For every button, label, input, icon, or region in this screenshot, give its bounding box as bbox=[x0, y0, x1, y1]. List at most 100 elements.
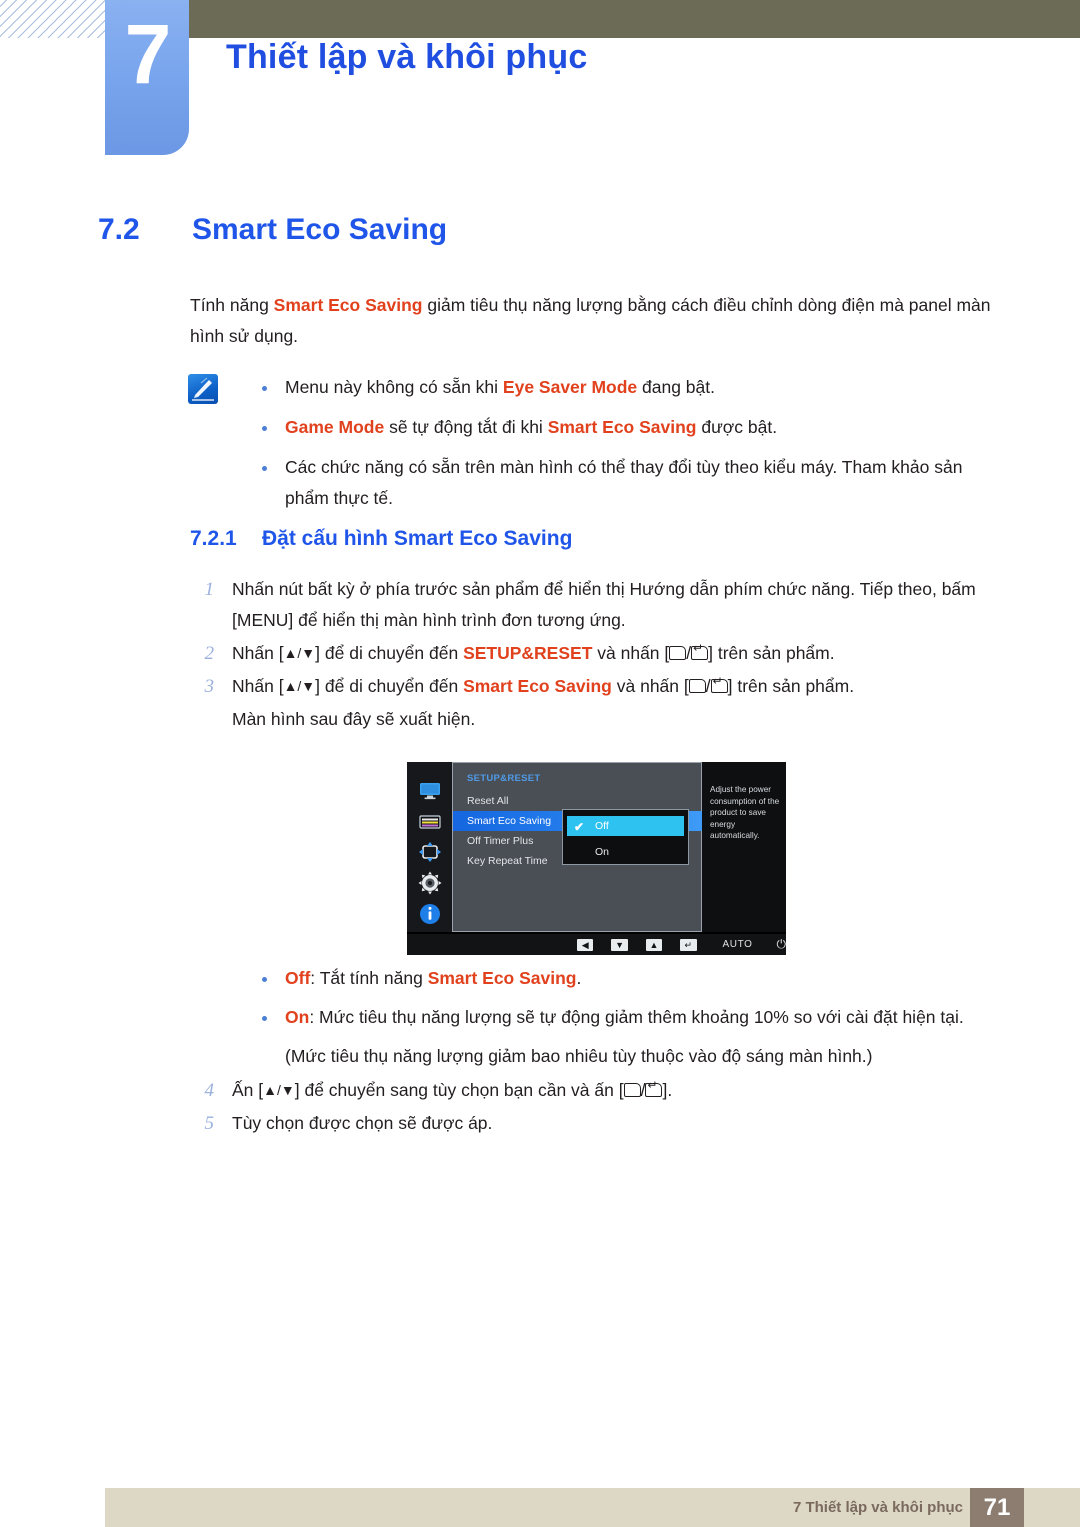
step-text-d: ] trên sản phẩm. bbox=[727, 676, 855, 696]
osd-auto-label[interactable]: AUTO bbox=[723, 939, 753, 950]
section-heading: 7.2 Smart Eco Saving bbox=[98, 213, 447, 247]
step-text: Nhấn nút bất kỳ ở phía trước sản phẩm để… bbox=[232, 579, 976, 630]
step-text-a: Ấn [ bbox=[232, 1080, 264, 1100]
osd-menu-title: SETUP&RESET bbox=[467, 773, 541, 784]
step-number: 4 bbox=[204, 1080, 215, 1101]
note-bold-2: Smart Eco Saving bbox=[547, 417, 697, 437]
note-bold-1: Eye Saver Mode bbox=[502, 377, 638, 397]
step-item: 2 Nhấn [▲/▼] để di chuyển đến SETUP&RESE… bbox=[190, 638, 1005, 669]
step-item: 1 Nhấn nút bất kỳ ở phía trước sản phẩm … bbox=[190, 574, 1005, 636]
enter-key-icon bbox=[645, 1079, 663, 1097]
osd-description-text: Adjust the power consumption of the prod… bbox=[710, 785, 780, 840]
osd-option-off-label: Off bbox=[595, 820, 609, 832]
page-footer: 7 Thiết lập và khôi phục 71 bbox=[105, 1488, 1080, 1527]
step-text-b: ] để chuyển sang tùy chọn bạn cần và ấn … bbox=[294, 1080, 624, 1100]
osd-sidebar bbox=[407, 762, 452, 932]
option-text-2: . bbox=[576, 968, 582, 988]
option-item-on: On: Mức tiêu thụ năng lượng sẽ tự động g… bbox=[247, 1002, 1007, 1033]
intro-paragraph: Tính năng Smart Eco Saving giảm tiêu thụ… bbox=[190, 290, 1000, 352]
step-item: 5 Tùy chọn được chọn sẽ được áp. bbox=[190, 1108, 1005, 1139]
note-item: Các chức năng có sẵn trên màn hình có th… bbox=[247, 452, 1007, 514]
step-text-c: và nhấn [ bbox=[611, 676, 689, 696]
step-bold: Smart Eco Saving bbox=[463, 676, 612, 696]
option-bold-feature: Smart Eco Saving bbox=[427, 968, 577, 988]
header-hatch-pattern bbox=[0, 0, 108, 38]
osd-screenshot: SETUP&RESET Reset All Smart Eco Saving O… bbox=[407, 762, 786, 955]
osd-menu-item-reset-all[interactable]: Reset All bbox=[453, 791, 703, 811]
option-text-1: : Tắt tính năng bbox=[310, 968, 428, 988]
chapter-number: 7 bbox=[124, 7, 172, 101]
section-title: Smart Eco Saving bbox=[192, 213, 448, 246]
back-key-icon bbox=[669, 646, 687, 660]
option-text-1: : Mức tiêu thụ năng lượng sẽ tự động giả… bbox=[309, 1007, 964, 1027]
step-text: Tùy chọn được chọn sẽ được áp. bbox=[232, 1113, 493, 1133]
osd-description-panel: Adjust the power consumption of the prod… bbox=[702, 762, 786, 932]
step-text-a: Nhấn [ bbox=[232, 643, 284, 663]
slash-separator: / bbox=[705, 676, 711, 696]
subsection-title: Đặt cấu hình Smart Eco Saving bbox=[262, 527, 573, 550]
osd-left-button[interactable]: ◀ bbox=[577, 938, 594, 951]
page-header: 7 Thiết lập và khôi phục bbox=[0, 0, 1080, 170]
note-pen-icon bbox=[188, 374, 218, 404]
osd-up-button[interactable]: ▲ bbox=[645, 938, 663, 951]
steps-list: 1 Nhấn nút bất kỳ ở phía trước sản phẩm … bbox=[190, 574, 1005, 735]
osd-option-off[interactable]: ✔ Off bbox=[567, 816, 684, 836]
subsection-number: 7.2.1 bbox=[190, 527, 237, 550]
enter-key-icon bbox=[691, 642, 709, 660]
note-text-1: Menu này không có sẵn khi bbox=[285, 377, 503, 397]
step-text-b: ] để di chuyển đến bbox=[315, 643, 464, 663]
gear-setup-icon[interactable] bbox=[415, 870, 445, 896]
note-item: Menu này không có sẵn khi Eye Saver Mode… bbox=[247, 372, 1007, 403]
intro-text-before: Tính năng bbox=[190, 295, 274, 315]
arrow-keys-glyph: ▲/▼ bbox=[283, 678, 316, 694]
picture-color-icon[interactable] bbox=[415, 809, 445, 835]
footer-chapter-label: 7 Thiết lập và khôi phục bbox=[792, 1499, 963, 1516]
note-list: Menu này không có sẵn khi Eye Saver Mode… bbox=[247, 372, 1007, 523]
note-text-1: Các chức năng có sẵn trên màn hình có th… bbox=[285, 457, 963, 508]
step-text-c: và nhấn [ bbox=[592, 643, 670, 663]
monitor-icon[interactable] bbox=[415, 778, 445, 804]
step-number: 2 bbox=[204, 643, 215, 664]
intro-highlight: Smart Eco Saving bbox=[273, 295, 423, 315]
note-text-2: sẽ tự động tắt đi khi bbox=[384, 417, 548, 437]
arrow-keys-glyph: ▲/▼ bbox=[283, 645, 316, 661]
note-text-2: đang bật. bbox=[637, 377, 716, 397]
footer-page-number: 71 bbox=[970, 1488, 1024, 1527]
option-list: Off: Tắt tính năng Smart Eco Saving. On:… bbox=[247, 963, 1007, 1072]
step-number: 1 bbox=[204, 579, 215, 600]
step-text-a: Nhấn [ bbox=[232, 676, 284, 696]
power-icon[interactable]: ⏻ bbox=[777, 937, 787, 952]
option-note: (Mức tiêu thụ năng lượng giảm bao nhiêu … bbox=[285, 1046, 873, 1066]
osd-option-popup: ✔ Off On bbox=[562, 809, 689, 865]
back-key-icon bbox=[623, 1083, 641, 1097]
position-arrows-icon[interactable] bbox=[415, 840, 445, 866]
note-bold-1: Game Mode bbox=[285, 417, 385, 437]
note-item: Game Mode sẽ tự động tắt đi khi Smart Ec… bbox=[247, 412, 1007, 443]
back-key-icon bbox=[688, 679, 706, 693]
header-olive-bar bbox=[188, 0, 1080, 38]
step-text-d: ] trên sản phẩm. bbox=[708, 643, 835, 663]
steps-list-continued: 4 Ấn [▲/▼] để chuyển sang tùy chọn bạn c… bbox=[190, 1075, 1005, 1141]
step-text-c: ]. bbox=[662, 1080, 673, 1100]
information-icon[interactable] bbox=[415, 901, 445, 927]
chapter-title: Thiết lập và khôi phục bbox=[226, 38, 588, 76]
option-item-off: Off: Tắt tính năng Smart Eco Saving. bbox=[247, 963, 1007, 994]
subsection-heading: 7.2.1 Đặt cấu hình Smart Eco Saving bbox=[190, 527, 572, 551]
step-bold: SETUP&RESET bbox=[463, 643, 593, 663]
step-item: 3 Nhấn [▲/▼] để di chuyển đến Smart Eco … bbox=[190, 671, 1005, 702]
chapter-tab: 7 bbox=[105, 0, 189, 155]
note-text-3: được bật. bbox=[696, 417, 778, 437]
osd-down-button[interactable]: ▼ bbox=[611, 938, 628, 951]
osd-option-on[interactable]: On bbox=[563, 841, 688, 863]
step-sub-note: Màn hình sau đây sẽ xuất hiện. bbox=[232, 709, 476, 729]
section-number: 7.2 bbox=[98, 213, 140, 246]
osd-enter-button[interactable]: ↵ bbox=[680, 938, 697, 951]
arrow-keys-glyph: ▲/▼ bbox=[263, 1082, 295, 1098]
step-text-b: ] để di chuyển đến bbox=[315, 676, 464, 696]
step-number: 5 bbox=[204, 1113, 215, 1134]
osd-toolbar: ◀ ▼ ▲ ↵ AUTO ⏻ bbox=[407, 934, 786, 955]
check-icon: ✔ bbox=[574, 820, 585, 834]
enter-key-icon bbox=[710, 675, 728, 693]
step-number: 3 bbox=[204, 676, 215, 697]
step-item: 4 Ấn [▲/▼] để chuyển sang tùy chọn bạn c… bbox=[190, 1075, 1005, 1106]
